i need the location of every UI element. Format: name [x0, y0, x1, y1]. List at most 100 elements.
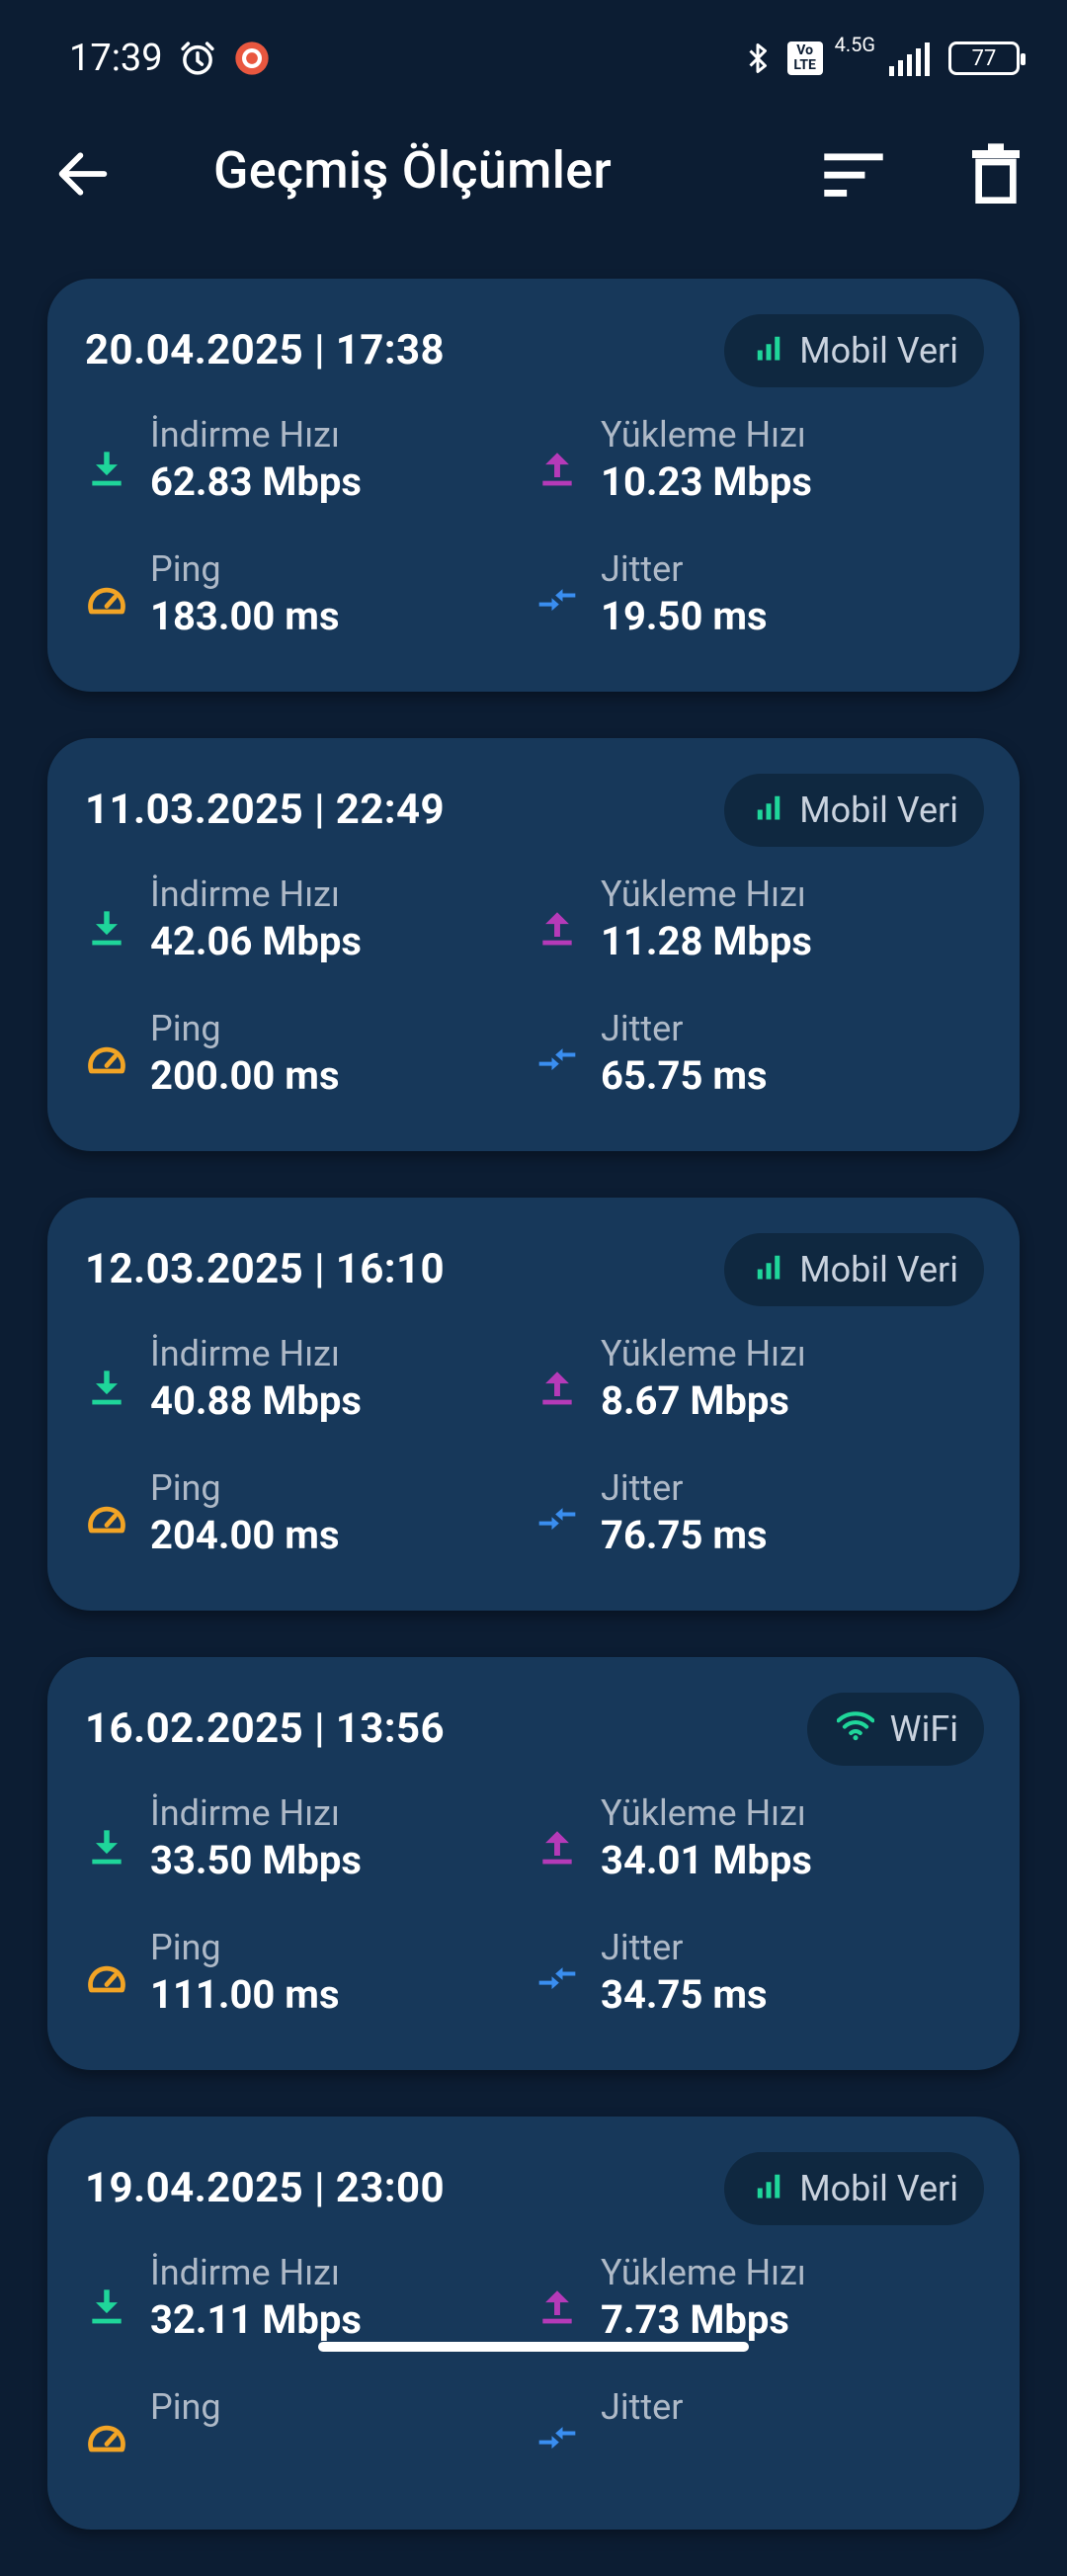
upload-icon	[542, 2290, 572, 2324]
upload-value: 7.73 Mbps	[601, 2296, 789, 2343]
download-value: 33.50 Mbps	[150, 1837, 362, 1883]
alarm-icon	[181, 42, 214, 75]
connection-type: Mobil Veri	[799, 1249, 958, 1290]
upload-value: 34.01 Mbps	[601, 1837, 812, 1883]
measurement-card[interactable]: 12.03.2025 | 16:10 Mobil Veri İndirme Hı…	[47, 1198, 1020, 1611]
measurement-list: 20.04.2025 | 17:38 Mobil Veri İndirme Hı…	[47, 279, 1020, 2576]
battery-icon: 77	[948, 42, 1026, 75]
measurement-date: 12.03.2025 | 16:10	[85, 1245, 446, 1293]
ping-metric: Ping 204.00 ms	[85, 1468, 339, 1563]
delete-icon[interactable]	[968, 142, 1024, 206]
sort-icon[interactable]	[822, 146, 885, 202]
connection-chip: Mobil Veri	[724, 2152, 984, 2225]
bluetooth-icon	[749, 43, 767, 73]
download-icon	[92, 452, 122, 486]
upload-metric: Yükleme Hızı 10.23 Mbps	[535, 415, 812, 510]
download-label: İndirme Hızı	[150, 414, 340, 456]
ping-value: 183.00 ms	[150, 593, 340, 639]
compare-arrows-icon	[538, 1048, 576, 1071]
compare-arrows-icon	[538, 1508, 576, 1531]
upload-value: 8.67 Mbps	[601, 1377, 789, 1424]
upload-label: Yükleme Hızı	[601, 1333, 806, 1374]
download-metric: İndirme Hızı 42.06 Mbps	[85, 874, 362, 969]
speedometer-icon	[88, 2425, 125, 2452]
upload-metric: Yükleme Hızı 7.73 Mbps	[535, 2253, 806, 2348]
upload-value: 11.28 Mbps	[601, 918, 812, 964]
connection-chip: Mobil Veri	[724, 1233, 984, 1306]
jitter-value: 65.75 ms	[601, 1052, 768, 1099]
measurement-date: 16.02.2025 | 13:56	[85, 1704, 446, 1753]
upload-metric: Yükleme Hızı 8.67 Mbps	[535, 1334, 806, 1429]
download-icon	[92, 1371, 122, 1405]
jitter-value: 76.75 ms	[601, 1512, 768, 1558]
jitter-label: Jitter	[601, 1467, 684, 1509]
download-label: İndirme Hızı	[150, 873, 340, 915]
cellular-icon	[754, 1249, 783, 1290]
connection-chip: Mobil Veri	[724, 314, 984, 387]
upload-label: Yükleme Hızı	[601, 414, 806, 456]
upload-label: Yükleme Hızı	[601, 873, 806, 915]
download-metric: İndirme Hızı 62.83 Mbps	[85, 415, 362, 510]
download-label: İndirme Hızı	[150, 2252, 340, 2293]
ping-label: Ping	[150, 1927, 221, 1968]
home-indicator[interactable]	[318, 2342, 749, 2352]
download-value: 42.06 Mbps	[150, 918, 362, 964]
connection-type: Mobil Veri	[799, 330, 958, 372]
measurement-card[interactable]: 11.03.2025 | 22:49 Mobil Veri İndirme Hı…	[47, 738, 1020, 1151]
battery-level: 77	[971, 45, 997, 71]
speedometer-icon	[88, 1965, 125, 1993]
ping-label: Ping	[150, 2386, 221, 2428]
connection-chip: Mobil Veri	[724, 774, 984, 847]
download-value: 62.83 Mbps	[150, 458, 362, 505]
upload-icon	[542, 453, 572, 486]
cellular-icon	[754, 330, 783, 372]
jitter-metric: Jitter	[535, 2387, 683, 2460]
jitter-metric: Jitter 65.75 ms	[535, 1009, 768, 1104]
upload-icon	[542, 912, 572, 946]
jitter-metric: Jitter 19.50 ms	[535, 549, 768, 644]
status-right: Vo LTE 4.5G 77	[740, 33, 1026, 78]
ping-value: 204.00 ms	[150, 1512, 340, 1558]
cellular-icon	[754, 2168, 783, 2209]
upload-label: Yükleme Hızı	[601, 1792, 806, 1834]
measurement-date: 11.03.2025 | 22:49	[85, 786, 446, 834]
download-metric: İndirme Hızı 33.50 Mbps	[85, 1793, 362, 1888]
page-title: Geçmiş Ölçümler	[213, 140, 613, 201]
network-type: 4.5G	[834, 33, 875, 56]
measurement-card[interactable]: 19.04.2025 | 23:00 Mobil Veri İndirme Hı…	[47, 2117, 1020, 2530]
cellular-icon	[754, 789, 783, 831]
app-bar: Geçmiş Ölçümler	[0, 117, 1067, 229]
measurement-date: 19.04.2025 | 23:00	[85, 2164, 446, 2212]
jitter-value: 34.75 ms	[601, 1971, 768, 2018]
ping-value: 200.00 ms	[150, 1052, 340, 1099]
download-metric: İndirme Hızı 40.88 Mbps	[85, 1334, 362, 1429]
connection-type: Mobil Veri	[799, 789, 958, 831]
compare-arrows-icon	[538, 2427, 576, 2450]
ping-label: Ping	[150, 1008, 221, 1049]
status-left: 17:39	[69, 37, 272, 80]
download-label: İndirme Hızı	[150, 1333, 340, 1374]
ping-label: Ping	[150, 548, 221, 590]
upload-value: 10.23 Mbps	[601, 458, 812, 505]
measurement-card[interactable]: 20.04.2025 | 17:38 Mobil Veri İndirme Hı…	[47, 279, 1020, 692]
upload-metric: Yükleme Hızı 11.28 Mbps	[535, 874, 812, 969]
measurement-card[interactable]: 16.02.2025 | 13:56 WiFi İndirme Hızı 33.…	[47, 1657, 1020, 2070]
ping-metric: Ping 183.00 ms	[85, 549, 339, 644]
jitter-label: Jitter	[601, 1008, 684, 1049]
compare-arrows-icon	[538, 589, 576, 612]
jitter-metric: Jitter 34.75 ms	[535, 1928, 768, 2023]
speedometer-icon	[88, 1506, 125, 1534]
upload-metric: Yükleme Hızı 34.01 Mbps	[535, 1793, 812, 1888]
download-label: İndirme Hızı	[150, 1792, 340, 1834]
ping-metric: Ping	[85, 2387, 221, 2460]
recorder-icon	[234, 42, 269, 75]
jitter-metric: Jitter 76.75 ms	[535, 1468, 768, 1563]
ping-metric: Ping 111.00 ms	[85, 1928, 339, 2023]
ping-label: Ping	[150, 1467, 221, 1509]
jitter-label: Jitter	[601, 1927, 684, 1968]
download-icon	[92, 2289, 122, 2324]
download-icon	[92, 1830, 122, 1865]
jitter-label: Jitter	[601, 2386, 684, 2428]
measurement-date: 20.04.2025 | 17:38	[85, 326, 446, 374]
back-arrow-icon[interactable]	[51, 142, 115, 206]
